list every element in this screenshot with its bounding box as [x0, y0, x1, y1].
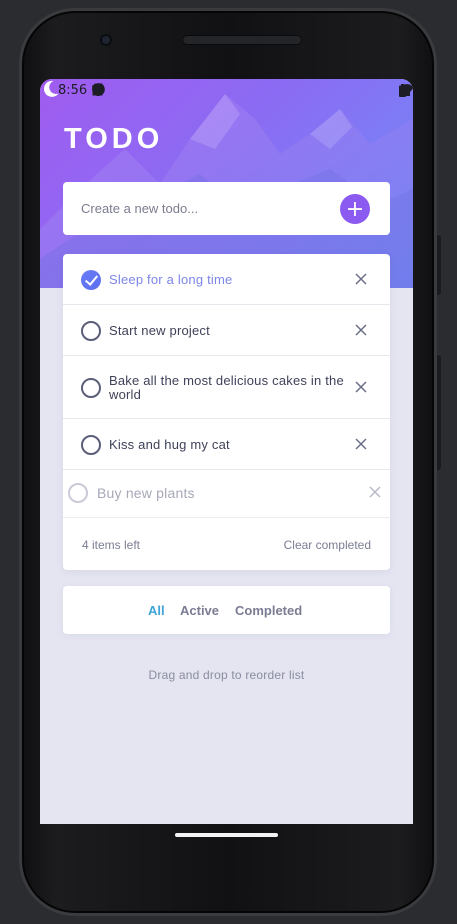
close-icon[interactable] — [354, 272, 368, 286]
home-indicator[interactable] — [175, 833, 278, 837]
unchecked-circle-icon[interactable] — [81, 321, 101, 341]
checked-circle-icon[interactable] — [81, 270, 101, 290]
filter-all[interactable]: All — [148, 603, 165, 618]
todo-item[interactable]: Bake all the most delicious cakes in the… — [63, 356, 390, 419]
filter-bar: All Active Completed — [63, 586, 390, 634]
list-footer: 4 items left Clear completed — [63, 518, 390, 570]
app-screen: 8:56 TODO Create a new todo... + Sleep f… — [40, 79, 413, 824]
todo-item[interactable]: Sleep for a long time — [63, 254, 390, 305]
volume-button — [437, 355, 441, 470]
battery-icon — [399, 84, 406, 97]
unchecked-circle-icon[interactable] — [68, 483, 88, 503]
plus-icon: + — [345, 196, 365, 222]
reorder-hint: Drag and drop to reorder list — [148, 668, 305, 682]
earpiece-speaker — [182, 35, 302, 45]
todo-text: Buy new plants — [97, 485, 195, 501]
new-todo-input[interactable] — [81, 182, 331, 235]
app-title: TODO — [64, 123, 164, 155]
todo-text: Kiss and hug my cat — [109, 437, 230, 452]
close-icon[interactable] — [354, 380, 368, 394]
unchecked-circle-icon[interactable] — [81, 435, 101, 455]
todo-text: Bake all the most delicious cakes in the… — [109, 373, 344, 402]
close-icon[interactable] — [354, 323, 368, 337]
items-left-count: 4 items left — [82, 538, 141, 552]
unchecked-circle-icon[interactable] — [81, 378, 101, 398]
front-camera — [100, 34, 112, 46]
status-time: 8:56 — [58, 83, 88, 98]
moon-icon[interactable] — [40, 79, 60, 99]
add-todo-button[interactable]: + — [340, 194, 370, 224]
close-icon[interactable] — [354, 437, 368, 451]
close-icon[interactable] — [368, 485, 382, 499]
filter-active[interactable]: Active — [180, 603, 219, 618]
todo-list: Sleep for a long time Start new project … — [63, 254, 390, 570]
filter-completed[interactable]: Completed — [235, 603, 302, 618]
status-bar: 8:56 — [40, 79, 413, 103]
notification-icon — [92, 83, 105, 96]
todo-text: Start new project — [109, 323, 210, 338]
create-todo-box: + — [63, 182, 390, 235]
todo-text: Sleep for a long time — [109, 272, 233, 287]
power-button — [437, 235, 441, 295]
todo-item[interactable]: Kiss and hug my cat — [63, 419, 390, 470]
todo-item[interactable]: Start new project — [63, 305, 390, 356]
clear-completed-button[interactable]: Clear completed — [284, 538, 371, 552]
todo-item-dragging[interactable]: Buy new plants — [63, 470, 390, 518]
